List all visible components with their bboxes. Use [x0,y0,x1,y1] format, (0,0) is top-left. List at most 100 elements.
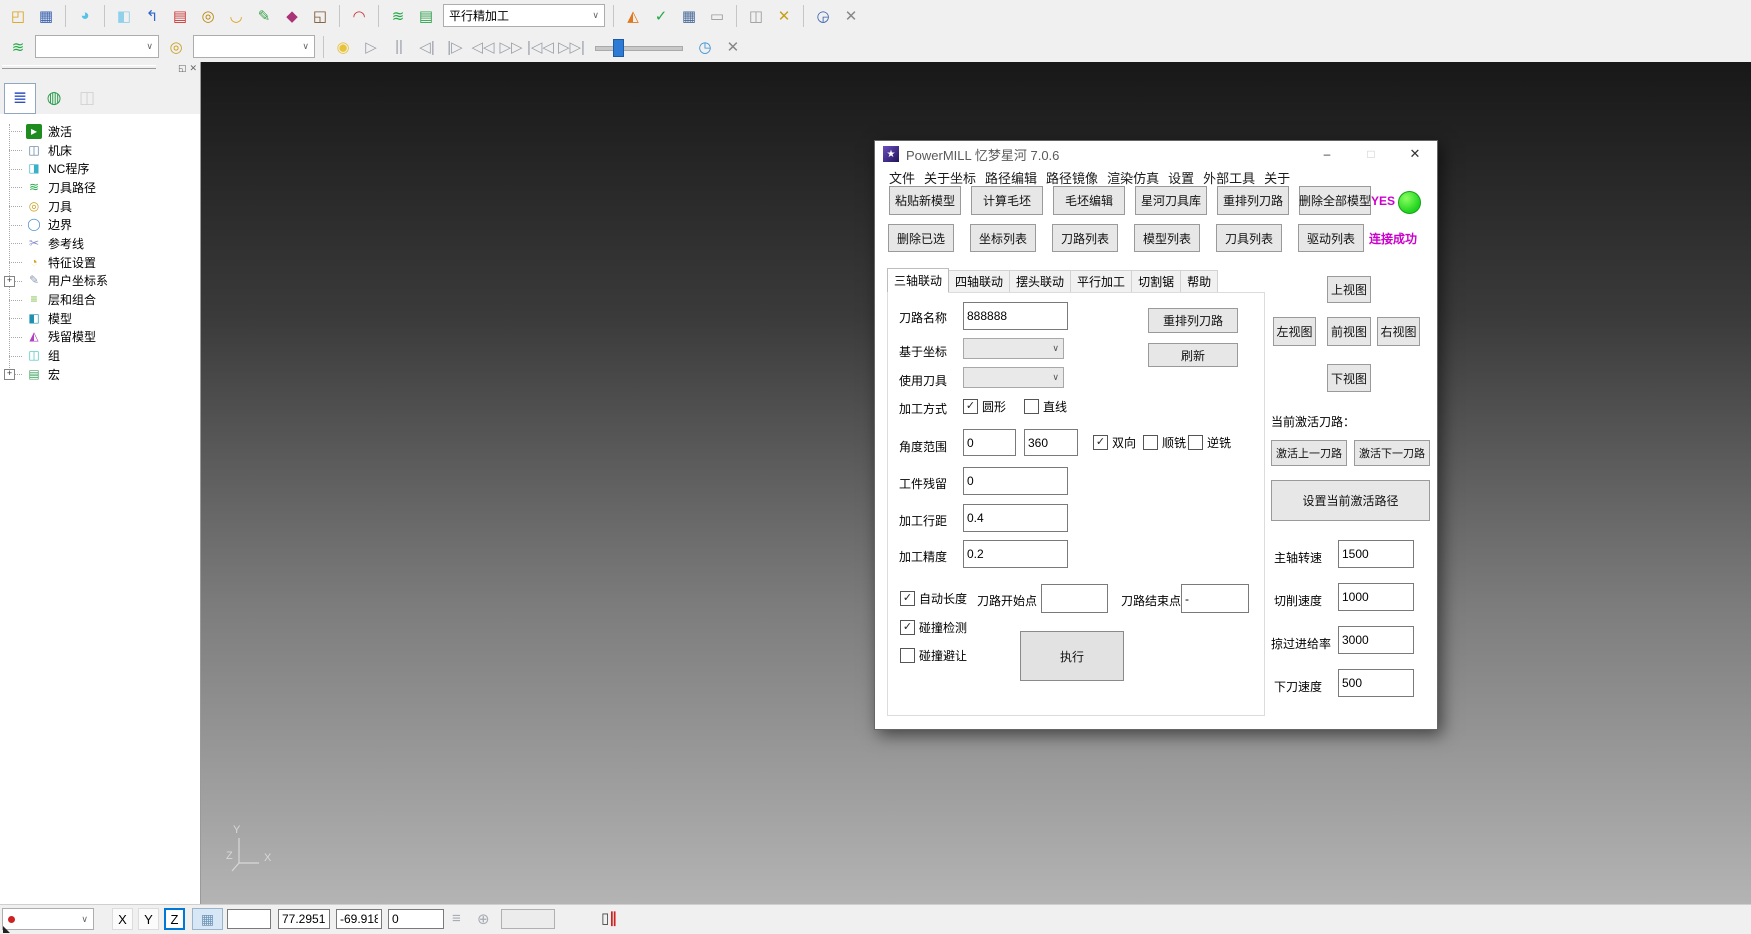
axis-toggle-z[interactable]: Z [164,908,185,930]
expand-icon[interactable]: + [4,369,15,380]
set-active-path-button[interactable]: 设置当前激活路径 [1271,480,1430,521]
dialog-action-button[interactable]: 计算毛坯 [971,186,1043,215]
dialog-list-button[interactable]: 驱动列表 [1298,224,1364,252]
z-coordinate-field[interactable] [388,909,444,929]
step-back-icon[interactable]: ◁| [414,35,440,59]
circular-checkbox[interactable]: ✓圆形 [963,398,1006,415]
verify-icon[interactable]: ✓ [648,4,674,28]
tool-dropdown[interactable]: ∨ [193,35,315,58]
stock-model-icon[interactable]: ◶ [810,4,836,28]
dialog-action-button[interactable]: 星河刀具库 [1135,186,1207,215]
leads-links-icon[interactable]: ▤ [167,4,193,28]
tab-5[interactable]: 切割锯 [1132,270,1181,293]
collision-check-icon[interactable]: ◡ [223,4,249,28]
tab-3[interactable]: 摆头联动 [1010,270,1071,293]
use-tool-select[interactable]: ∨ [963,367,1064,388]
dialog-action-button[interactable]: 重排列刀路 [1217,186,1289,215]
view-front-button[interactable]: 前视图 [1327,317,1371,346]
shaded-view-icon[interactable]: ◕ [72,4,98,28]
play-icon[interactable]: ▷ [358,35,384,59]
dialog-list-button[interactable]: 刀具列表 [1216,224,1282,252]
tree-item[interactable]: ◫机床 [0,141,200,160]
tree-item[interactable]: +✎用户坐标系 [0,272,200,291]
light-icon[interactable]: ◉ [330,35,356,59]
transform-icon[interactable]: ✕ [771,4,797,28]
climb-mill-checkbox[interactable]: 顺铣 [1143,434,1186,451]
toolpath-icon[interactable]: ≋ [5,35,31,59]
tab-1[interactable]: 三轴联动 [887,268,949,293]
coordinate-list-icon[interactable]: ≡ [452,910,461,927]
tree-item[interactable]: ◫组 [0,346,200,365]
measure-icon[interactable]: ▭ [704,4,730,28]
skim-feed-input[interactable] [1338,626,1414,654]
menu-item[interactable]: 路径镜像 [1046,168,1098,186]
tree-item[interactable]: ≋刀具路径 [0,178,200,197]
toolpath-name-input[interactable] [963,302,1068,330]
tree-item[interactable]: ◯边界 [0,215,200,234]
start-point-input[interactable] [1041,584,1108,613]
simulation-icon[interactable]: ◱ [307,4,333,28]
view-right-button[interactable]: 右视图 [1377,317,1420,346]
grid-size-field[interactable] [227,909,271,929]
view-bottom-button[interactable]: 下视图 [1327,364,1371,392]
menu-item[interactable]: 关于坐标 [924,168,976,186]
strategy-list-icon[interactable]: ▤ [413,4,439,28]
tree-item[interactable]: ◨NC程序 [0,159,200,178]
save-project-icon[interactable]: ▦ [33,4,59,28]
minimize-button[interactable]: – [1315,142,1339,166]
y-coordinate-field[interactable] [336,909,382,929]
clock-icon[interactable]: ◷ [692,35,718,59]
tree-item[interactable]: ◎刀具 [0,197,200,216]
dialog-action-button[interactable]: 粘贴新模型 [889,186,961,215]
rewind-icon[interactable]: ◁◁ [470,35,496,59]
tree-item[interactable]: ✂参考线 [0,234,200,253]
line-checkbox[interactable]: 直线 [1024,398,1067,415]
view-left-button[interactable]: 左视图 [1273,317,1316,346]
go-to-end-icon[interactable]: ▷▷| [557,35,586,59]
collision-check-checkbox[interactable]: ✓碰撞检测 [900,619,967,636]
calculator-icon[interactable]: ▦ [676,4,702,28]
spindle-speed-input[interactable] [1338,540,1414,568]
menu-item[interactable]: 关于 [1264,168,1290,186]
axis-toggle-x[interactable]: X [112,908,133,930]
slider-handle[interactable] [613,39,624,57]
explorer-tree-tab[interactable]: ≣ [4,83,36,114]
angle-to-input[interactable] [1024,429,1078,456]
tree-item[interactable]: ◭残留模型 [0,328,200,347]
based-coord-select[interactable]: ∨ [963,338,1064,359]
plunge-feed-input[interactable] [1338,669,1414,697]
go-to-start-icon[interactable]: |◁◁ [526,35,555,59]
dialog-list-button[interactable]: 模型列表 [1134,224,1200,252]
tree-item[interactable]: ≡层和组合 [0,290,200,309]
collision-avoid-checkbox[interactable]: 碰撞避让 [900,647,967,664]
expand-icon[interactable]: + [4,276,15,287]
toolbar-close-icon[interactable]: ✕ [838,4,864,28]
tab-2[interactable]: 四轴联动 [949,270,1010,293]
axis-toggle-y[interactable]: Y [138,908,159,930]
activate-next-toolpath-button[interactable]: 激活下一刀路 [1354,440,1430,466]
angle-from-input[interactable] [963,429,1016,456]
conventional-mill-checkbox[interactable]: 逆铣 [1188,434,1231,451]
tree-item[interactable]: ◧模型 [0,309,200,328]
tab-4[interactable]: 平行加工 [1071,270,1132,293]
toolbar-close-icon[interactable]: ✕ [720,35,746,59]
locate-cursor-icon[interactable]: ⊕ [477,910,490,928]
dialog-titlebar[interactable]: ★ PowerMILL 忆梦星河 7.0.6 [875,141,1437,167]
dialog-list-button[interactable]: 删除已选 [888,224,954,252]
dialog-action-button[interactable]: 删除全部模型 [1299,186,1371,215]
close-panel-icon[interactable]: ✕ [189,63,197,74]
menu-item[interactable]: 设置 [1168,168,1194,186]
auto-length-checkbox[interactable]: ✓自动长度 [900,590,967,607]
tolerance-field[interactable] [501,909,555,929]
block-icon[interactable]: ◧ [111,4,137,28]
cutting-feed-input[interactable] [1338,583,1414,611]
bidirectional-checkbox[interactable]: ✓双向 [1093,434,1136,451]
x-coordinate-field[interactable] [278,909,330,929]
pause-macro-icon[interactable]: ▯∥ [601,909,617,927]
explorer-trash-tab[interactable]: ◫ [72,84,102,113]
menu-item[interactable]: 渲染仿真 [1107,168,1159,186]
float-panel-icon[interactable]: ◱ [178,63,187,74]
toolpath-icon[interactable]: ≋ [385,4,411,28]
dialog-list-button[interactable]: 坐标列表 [970,224,1036,252]
toolpath-dropdown[interactable]: ∨ [35,35,159,58]
